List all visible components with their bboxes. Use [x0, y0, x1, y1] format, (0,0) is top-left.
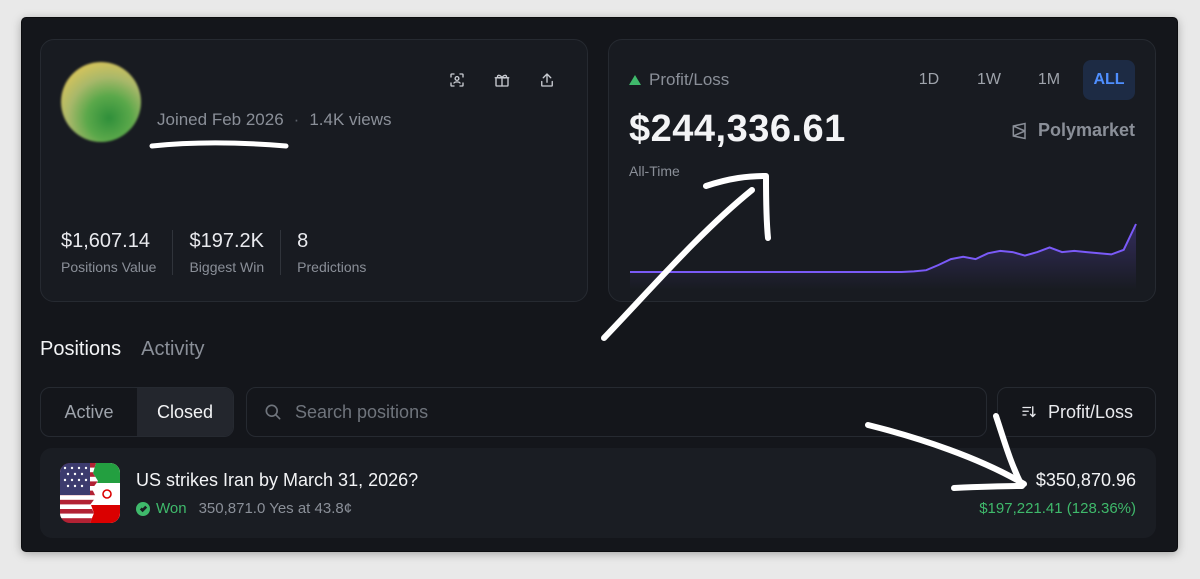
- scan-icon[interactable]: [445, 68, 469, 92]
- position-value: $350,870.96: [1035, 470, 1136, 490]
- search-input[interactable]: [295, 401, 895, 423]
- pnl-header: Profit/Loss: [629, 70, 729, 90]
- profile-stats: $1,607.14 Positions Value $197.2K Bigges…: [61, 230, 398, 275]
- position-detail: 350,871.0 Yes at 43.8¢: [198, 500, 353, 517]
- status-filter: Active Closed: [40, 387, 234, 437]
- search-box: [246, 387, 987, 437]
- filter-active[interactable]: Active: [41, 388, 137, 436]
- avatar[interactable]: [61, 62, 141, 142]
- pnl-value: $244,336.61: [629, 108, 846, 150]
- up-triangle-icon: [629, 75, 641, 85]
- search-icon: [265, 404, 281, 420]
- app-window: Joined Feb 2026 · 1.4K views $1,607.14 P…: [22, 18, 1177, 551]
- stat-positions-value: $1,607.14 Positions Value: [61, 230, 174, 275]
- gift-icon[interactable]: [490, 68, 514, 92]
- section-tabs: Positions Activity: [40, 338, 205, 361]
- tab-activity[interactable]: Activity: [141, 338, 204, 361]
- position-gain: $197,221.41 (128.36%): [979, 500, 1136, 517]
- tab-positions[interactable]: Positions: [40, 338, 121, 361]
- position-title[interactable]: US strikes Iran by March 31, 2026?: [136, 470, 418, 491]
- check-icon: [136, 501, 150, 516]
- stat-biggest-win: $197.2K Biggest Win: [189, 230, 282, 275]
- brand-name: Polymarket: [1037, 120, 1135, 140]
- stat-value: 8: [297, 230, 309, 252]
- meta-separator: ·: [293, 110, 300, 129]
- stat-label: Biggest Win: [189, 259, 265, 275]
- pnl-chart-area: [630, 224, 1136, 290]
- range-1w[interactable]: 1W: [963, 60, 1015, 100]
- stat-predictions: 8 Predictions: [297, 230, 382, 275]
- stat-value: $197.2K: [189, 230, 264, 252]
- pnl-period: All-Time: [629, 163, 680, 179]
- won-badge: Won: [136, 500, 187, 517]
- profile-card: Joined Feb 2026 · 1.4K views $1,607.14 P…: [40, 39, 588, 302]
- range-1m[interactable]: 1M: [1023, 60, 1075, 100]
- position-row[interactable]: US strikes Iran by March 31, 2026? Won 3…: [40, 448, 1156, 538]
- sort-label: Profit/Loss: [1047, 401, 1134, 422]
- view-count: 1.4K views: [309, 110, 392, 129]
- pnl-title: Profit/Loss: [649, 70, 730, 89]
- us-iran-flag-icon: [60, 463, 120, 523]
- polymarket-icon: [1012, 122, 1026, 139]
- pnl-chart: [630, 223, 1137, 290]
- status-label: Won: [156, 500, 187, 517]
- position-details: Won 350,871.0 Yes at 43.8¢: [136, 500, 352, 517]
- share-icon[interactable]: [535, 68, 559, 92]
- sort-icon: [1022, 406, 1036, 418]
- profile-meta: Joined Feb 2026 · 1.4K views: [157, 110, 392, 130]
- range-all[interactable]: ALL: [1083, 60, 1135, 100]
- brand-logo: Polymarket: [1010, 120, 1135, 141]
- stat-value: $1,607.14: [61, 230, 150, 252]
- market-image: [60, 463, 120, 523]
- stat-label: Positions Value: [61, 259, 157, 275]
- filter-closed[interactable]: Closed: [137, 388, 233, 436]
- range-1d[interactable]: 1D: [903, 60, 955, 100]
- joined-date: Joined Feb 2026: [157, 110, 284, 129]
- sort-button[interactable]: Profit/Loss: [997, 387, 1156, 437]
- stat-label: Predictions: [297, 259, 367, 275]
- profit-loss-card: Profit/Loss 1D 1W 1M ALL $244,336.61 All…: [608, 39, 1156, 302]
- time-range-selector: 1D 1W 1M ALL: [903, 60, 1135, 100]
